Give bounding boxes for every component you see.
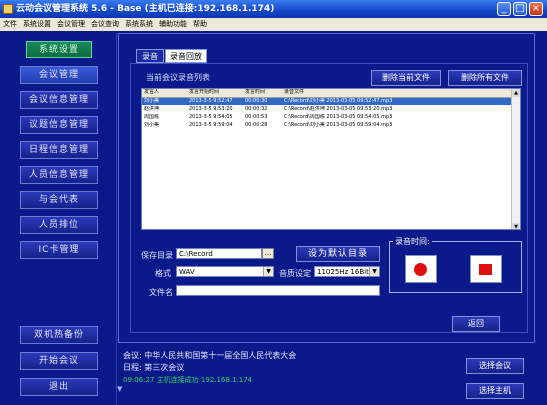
table-header: 发言人 发言开始时间 发言时间 录音文件 — [142, 89, 514, 98]
close-button[interactable]: × — [529, 2, 543, 16]
maximize-button[interactable]: □ — [513, 2, 527, 16]
menu-help[interactable]: 帮助 — [190, 20, 210, 28]
chevron-down-icon[interactable]: ▼ — [263, 267, 273, 276]
start-time-cell: 2013-3-5 9:54:05 — [189, 114, 233, 120]
recordings-table: 发言人 发言开始时间 发言时间 录音文件 刘小美 2013-3-5 9:52:4… — [141, 88, 521, 230]
sidebar-item-meeting-management[interactable]: 会议管理 — [20, 66, 98, 84]
file-cell: C:\Record\刘小美 2013-03-05 09:52:47.mp3 — [284, 98, 393, 104]
back-button[interactable]: 返回 — [452, 316, 500, 332]
file-cell: C:\Record\刘小美 2013-03-05 09:59:04.mp3 — [284, 122, 393, 128]
filename-input[interactable] — [176, 285, 380, 296]
column-header-duration[interactable]: 发言时间 — [245, 89, 265, 96]
sidebar-item-schedule-info[interactable]: 日程信息管理 — [20, 141, 98, 159]
sidebar-item-ic-card[interactable]: IC卡管理 — [20, 241, 98, 259]
scroll-down-icon[interactable]: ▼ — [512, 223, 520, 229]
exit-button[interactable]: 退出 — [20, 378, 98, 396]
column-header-start-time[interactable]: 发言开始时间 — [189, 89, 219, 96]
record-icon — [414, 263, 427, 276]
set-default-dir-button[interactable]: 设为默认目录 — [296, 246, 380, 262]
menu-file[interactable]: 文件 — [0, 20, 20, 28]
table-row[interactable]: 刘小美 2013-3-5 9:52:47 00:00:30 C:\Record\… — [142, 98, 514, 105]
menu-bar: 文件 系统设置 会议管理 会议查询 系统系统 辅助功能 帮助 — [0, 18, 547, 31]
menu-system[interactable]: 系统系统 — [122, 20, 156, 28]
format-value: WAV — [179, 268, 195, 276]
window-title: 云动会议管理系统 5.6 - Base (主机已连接:192.168.1.174… — [16, 4, 275, 14]
start-time-cell: 2013-3-5 9:59:04 — [189, 122, 233, 128]
format-select[interactable]: WAV ▼ — [176, 266, 274, 277]
table-scrollbar[interactable]: ▲ ▼ — [511, 89, 520, 229]
recording-time-label: 录音时间: — [393, 236, 432, 247]
minimize-button[interactable]: _ — [497, 2, 511, 16]
meeting-agenda: 日程: 第三次会议 — [123, 363, 185, 372]
sidebar-item-meeting-info[interactable]: 会议信息管理 — [20, 91, 98, 109]
sidebar-item-personnel-info[interactable]: 人员信息管理 — [20, 166, 98, 184]
list-title: 当前会议录音列表 — [146, 73, 210, 82]
file-cell: C:\Record\赵洪坤 2013-03-05 09:53:20.mp3 — [284, 106, 393, 112]
sidebar-item-topic-info[interactable]: 议题信息管理 — [20, 116, 98, 134]
start-meeting-button[interactable]: 开始会议 — [20, 352, 98, 370]
sidebar-item-delegates[interactable]: 与会代表 — [20, 191, 98, 209]
duration-cell: 00:00:28 — [245, 122, 268, 128]
save-dir-label: 保存目录 — [141, 251, 173, 260]
filename-label: 文件名 — [149, 288, 173, 297]
tab-record-files[interactable]: 录音回放 — [165, 49, 207, 63]
file-cell: C:\Record\周国栋 2013-03-05 09:54:05.mp3 — [284, 114, 393, 120]
window-title-bar: 云动会议管理系统 5.6 - Base (主机已连接:192.168.1.174… — [0, 0, 547, 18]
delete-current-file-button[interactable]: 删除当前文件 — [371, 70, 441, 86]
table-row[interactable]: 赵洪坤 2013-3-5 9:53:20 00:00:32 C:\Record\… — [142, 106, 514, 113]
audio-setting-value: 11025Hz 16Bit — [317, 268, 369, 276]
connection-status: 09:06:27 主机连接成功 192.168.1.174 — [123, 376, 253, 384]
start-time-cell: 2013-3-5 9:53:20 — [189, 106, 233, 112]
format-label: 格式 — [155, 269, 171, 278]
duration-cell: 00:00:32 — [245, 106, 268, 112]
system-settings-button[interactable]: 系统设置 — [26, 41, 92, 58]
delete-all-files-button[interactable]: 删除所有文件 — [448, 70, 522, 86]
chevron-down-icon: ▼ — [117, 385, 123, 393]
table-row[interactable]: 周国栋 2013-3-5 9:54:05 00:00:53 C:\Record\… — [142, 114, 514, 121]
app-icon — [3, 4, 13, 14]
menu-tools[interactable]: 辅助功能 — [156, 20, 190, 28]
chevron-down-icon[interactable]: ▼ — [369, 267, 379, 276]
sidebar-item-seating[interactable]: 人员排位 — [20, 216, 98, 234]
stop-icon — [479, 264, 492, 275]
speaker-cell: 刘小美 — [144, 122, 160, 128]
backup-button[interactable]: 双机热备份 — [20, 326, 98, 344]
menu-meeting-management[interactable]: 会议管理 — [54, 20, 88, 28]
start-time-cell: 2013-3-5 9:52:47 — [189, 98, 233, 104]
column-header-file[interactable]: 录音文件 — [284, 89, 304, 96]
meeting-name: 会议: 中华人民共和国第十一届全国人民代表大会 — [123, 351, 297, 360]
select-meeting-button[interactable]: 选择会议 — [466, 358, 524, 374]
select-host-button[interactable]: 选择主机 — [466, 383, 524, 399]
column-header-speaker[interactable]: 发言人 — [144, 89, 159, 96]
scroll-up-icon[interactable]: ▲ — [512, 89, 520, 97]
menu-system-settings[interactable]: 系统设置 — [20, 20, 54, 28]
duration-cell: 00:00:30 — [245, 98, 268, 104]
speaker-cell: 周国栋 — [144, 114, 160, 120]
audio-setting-select[interactable]: 11025Hz 16Bit ▼ — [314, 266, 380, 277]
audio-setting-label: 音质设定 — [279, 269, 311, 278]
speaker-cell: 刘小美 — [144, 98, 160, 104]
save-dir-input[interactable]: C:\Record — [176, 248, 262, 259]
menu-meeting-query[interactable]: 会议查询 — [88, 20, 122, 28]
duration-cell: 00:00:53 — [245, 114, 268, 120]
speaker-cell: 赵洪坤 — [144, 106, 160, 112]
tab-record[interactable]: 录音 — [136, 49, 164, 63]
browse-button[interactable]: ... — [262, 248, 274, 259]
table-row[interactable]: 刘小美 2013-3-5 9:59:04 00:00:28 C:\Record\… — [142, 122, 514, 129]
